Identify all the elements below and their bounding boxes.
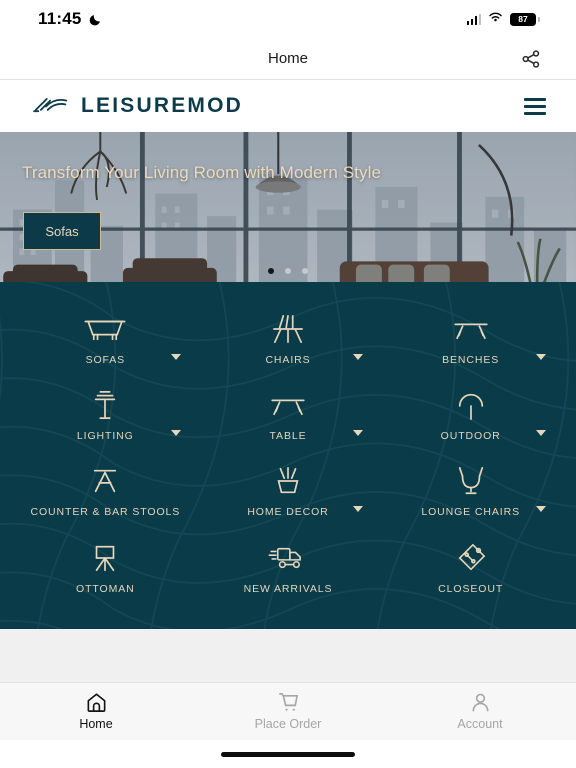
chair-icon <box>268 312 308 346</box>
category-item-closeout[interactable]: CLOSEOUT <box>379 533 562 609</box>
chevron-down-icon[interactable] <box>170 430 181 437</box>
bench-icon <box>450 312 492 346</box>
status-bar-right: 87 <box>466 10 540 28</box>
umbrella-icon <box>456 388 486 422</box>
tab-label: Account <box>457 717 503 731</box>
bar-stool-icon <box>87 464 123 498</box>
person-icon <box>469 690 492 714</box>
tab-place-order[interactable]: Place Order <box>192 690 384 731</box>
category-label: OUTDOOR <box>440 430 501 443</box>
carousel-dots[interactable] <box>268 268 308 274</box>
table-icon <box>267 388 309 422</box>
home-indicator[interactable] <box>221 751 355 757</box>
page-title: Home <box>267 50 308 67</box>
chevron-down-icon[interactable] <box>536 354 546 360</box>
hamburger-menu-icon[interactable] <box>524 97 546 115</box>
lounge-chair-logo-icon <box>32 93 70 120</box>
cellular-signal-icon <box>466 13 481 25</box>
chevron-down-icon[interactable] <box>353 506 364 513</box>
status-bar-left: 11:45 <box>38 9 102 29</box>
hero-banner[interactable]: Transform Your Living Room with Modern S… <box>0 132 576 282</box>
category-item-benches[interactable]: BENCHES <box>379 304 562 380</box>
tab-label: Place Order <box>254 717 322 731</box>
hero-cta-label: Sofas <box>45 223 79 239</box>
category-label: COUNTER & BAR STOOLS <box>30 506 181 519</box>
category-item-home-decor[interactable]: HOME DECOR <box>197 456 380 532</box>
battery-level: 87 <box>518 13 528 24</box>
category-label: SOFAS <box>85 354 126 366</box>
brand-name: LEISUREMOD <box>81 94 244 117</box>
shopping-cart-icon <box>277 690 300 714</box>
home-icon <box>85 690 108 714</box>
hero-title: Transform Your Living Room with Modern S… <box>22 163 382 182</box>
carousel-dot[interactable] <box>268 268 274 274</box>
category-label: TABLE <box>269 430 307 443</box>
plant-pot-icon <box>272 464 304 498</box>
battery-indicator: 87 <box>510 12 540 26</box>
status-bar: 11:45 87 <box>0 0 576 38</box>
chevron-down-icon[interactable] <box>353 430 364 437</box>
category-item-table[interactable]: TABLE <box>197 380 380 456</box>
app-header: LEISUREMOD <box>0 80 576 132</box>
category-label: HOME DECOR <box>247 506 329 519</box>
category-item-new-arrivals[interactable]: NEW ARRIVALS <box>197 533 380 609</box>
category-item-outdoor[interactable]: OUTDOOR <box>379 380 562 456</box>
category-grid: SOFAS CHAIRS BENCHES LIGHTING TABLE OUTD… <box>14 304 562 609</box>
scroll-inner: Transform Your Living Room with Modern S… <box>0 132 576 669</box>
category-label: LOUNGE CHAIRS <box>421 506 520 519</box>
crescent-moon-icon <box>89 13 102 26</box>
category-item-lighting[interactable]: LIGHTING <box>14 380 197 456</box>
chevron-down-icon[interactable] <box>536 506 546 513</box>
wifi-icon <box>488 10 503 28</box>
category-item-chairs[interactable]: CHAIRS <box>197 304 380 380</box>
share-icon[interactable] <box>518 46 544 72</box>
carousel-dot[interactable] <box>285 268 291 274</box>
floor-lamp-icon <box>90 388 120 422</box>
category-label: LIGHTING <box>76 430 134 443</box>
sofa-icon <box>82 312 128 346</box>
category-item-sofas[interactable]: SOFAS <box>14 304 197 380</box>
delivery-truck-icon <box>268 541 308 575</box>
status-time: 11:45 <box>38 9 82 28</box>
hero-cta-button[interactable]: Sofas <box>23 212 101 250</box>
price-tag-icon <box>455 541 487 575</box>
hero-overlay <box>0 132 576 282</box>
category-item-ottoman[interactable]: OTTOMAN <box>14 533 197 609</box>
category-label: OTTOMAN <box>76 582 135 595</box>
carousel-dot[interactable] <box>302 268 308 274</box>
chevron-down-icon[interactable] <box>536 430 546 437</box>
category-label: BENCHES <box>442 354 500 366</box>
brand[interactable]: LEISUREMOD <box>32 93 243 120</box>
chevron-down-icon[interactable] <box>353 354 364 360</box>
category-item-counter-bar-stools[interactable]: COUNTER & BAR STOOLS <box>14 456 197 532</box>
bottom-tab-bar: Home Place Order Account <box>0 682 576 740</box>
tab-account[interactable]: Account <box>384 690 576 731</box>
tab-home[interactable]: Home <box>0 690 192 731</box>
lounge-chair-icon <box>454 464 488 498</box>
ottoman-icon <box>88 541 122 575</box>
navigation-bar: Home <box>0 38 576 80</box>
content-scroll[interactable]: Transform Your Living Room with Modern S… <box>0 132 576 682</box>
tab-label: Home <box>79 717 113 731</box>
content-bottom-spacer <box>0 628 576 669</box>
category-label: CHAIRS <box>265 354 311 366</box>
home-indicator-area <box>0 740 576 768</box>
phone-screen: 11:45 87 Home LEISUREMOD Transform Your … <box>0 0 576 768</box>
category-label: NEW ARRIVALS <box>243 582 333 595</box>
category-section: SOFAS CHAIRS BENCHES LIGHTING TABLE OUTD… <box>0 282 576 629</box>
chevron-down-icon[interactable] <box>170 354 181 360</box>
category-item-lounge-chairs[interactable]: LOUNGE CHAIRS <box>379 456 562 532</box>
category-label: CLOSEOUT <box>438 582 504 595</box>
